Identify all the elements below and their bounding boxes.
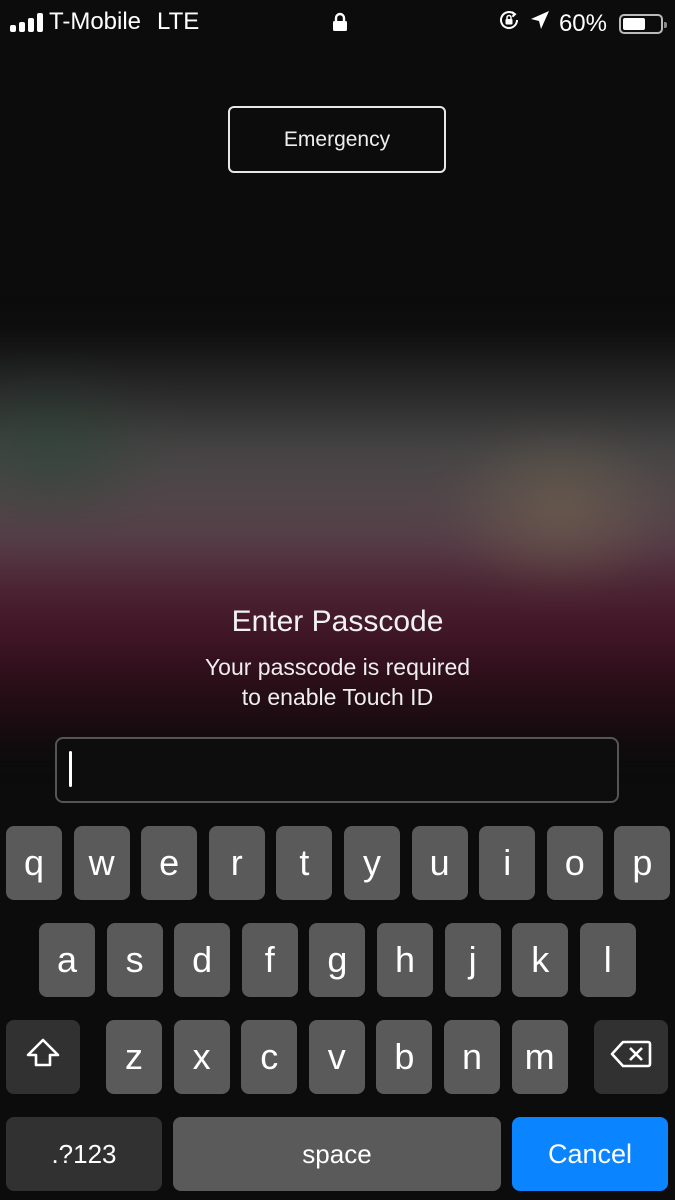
passcode-input[interactable] (55, 737, 619, 803)
key-f[interactable]: f (241, 923, 298, 997)
key-w[interactable]: w (73, 826, 130, 900)
key-label: x (192, 1036, 211, 1077)
key-label: e (159, 842, 180, 883)
battery-fill (623, 17, 645, 30)
key-label: s (125, 939, 144, 980)
shift-key[interactable] (6, 1020, 80, 1094)
key-q[interactable]: q (6, 826, 62, 900)
key-g[interactable]: g (309, 923, 366, 997)
key-label: g (327, 939, 348, 980)
key-label: f (264, 939, 275, 980)
key-label: l (603, 939, 612, 980)
text-cursor (69, 751, 72, 787)
key-e[interactable]: e (141, 826, 198, 900)
key-label: o (564, 842, 585, 883)
signal-bars-icon (10, 12, 43, 32)
key-h[interactable]: h (377, 923, 433, 997)
delete-backspace-icon (610, 1036, 652, 1078)
key-r[interactable]: r (208, 826, 265, 900)
key-n[interactable]: n (444, 1020, 500, 1094)
key-z[interactable]: z (106, 1020, 162, 1094)
space-key-label: space (302, 1138, 372, 1169)
key-label: r (230, 842, 243, 883)
key-label: i (503, 842, 512, 883)
key-b[interactable]: b (376, 1020, 433, 1094)
key-u[interactable]: u (411, 826, 468, 900)
key-o[interactable]: o (546, 826, 603, 900)
key-m[interactable]: m (511, 1020, 568, 1094)
key-label: t (299, 842, 310, 883)
emergency-button[interactable]: Emergency (228, 106, 446, 173)
key-label: w (88, 842, 115, 883)
key-label: u (429, 842, 450, 883)
key-i[interactable]: i (479, 826, 536, 900)
subtitle-line-2: to enable Touch ID (241, 684, 434, 710)
location-arrow-icon (529, 9, 551, 38)
status-bar: T-Mobile LTE 60% (0, 0, 675, 44)
key-label: b (394, 1036, 415, 1077)
key-label: k (531, 939, 550, 980)
key-label: v (327, 1036, 346, 1077)
emergency-button-label: Emergency (283, 127, 391, 151)
shift-icon (24, 1036, 62, 1078)
passcode-title: Enter Passcode (231, 605, 444, 638)
key-label: a (56, 939, 78, 980)
space-key[interactable]: space (173, 1117, 501, 1191)
passcode-subtitle: Your passcode is required to enable Touc… (0, 652, 675, 712)
key-l[interactable]: l (579, 923, 636, 997)
orientation-lock-icon (497, 8, 521, 39)
key-t[interactable]: t (276, 826, 333, 900)
key-label: c (260, 1036, 279, 1077)
key-label: q (23, 842, 45, 883)
numbers-key-label: .?123 (51, 1138, 117, 1169)
key-label: z (125, 1036, 143, 1077)
cancel-button[interactable]: Cancel (512, 1117, 668, 1191)
key-d[interactable]: d (174, 923, 231, 997)
key-p[interactable]: p (614, 826, 671, 900)
key-c[interactable]: c (241, 1020, 298, 1094)
key-s[interactable]: s (106, 923, 163, 997)
key-a[interactable]: a (39, 923, 95, 997)
battery-percent: 60% (558, 9, 607, 37)
key-x[interactable]: x (173, 1020, 230, 1094)
subtitle-line-1: Your passcode is required (204, 654, 471, 680)
key-label: m (524, 1036, 555, 1077)
battery-icon (619, 13, 667, 34)
key-v[interactable]: v (308, 1020, 365, 1094)
lock-icon (332, 12, 348, 37)
carrier-name: T-Mobile (49, 8, 142, 35)
key-k[interactable]: k (512, 923, 569, 997)
key-label: y (363, 842, 381, 883)
key-label: n (461, 1036, 483, 1077)
key-label: j (468, 939, 477, 980)
key-y[interactable]: y (344, 826, 400, 900)
key-label: h (394, 939, 416, 980)
cancel-button-label: Cancel (547, 1138, 633, 1169)
key-j[interactable]: j (444, 923, 501, 997)
delete-key[interactable] (594, 1020, 668, 1094)
network-type: LTE (157, 8, 200, 35)
numbers-key[interactable]: .?123 (6, 1117, 162, 1191)
key-label: p (632, 842, 653, 883)
key-label: d (192, 939, 213, 980)
